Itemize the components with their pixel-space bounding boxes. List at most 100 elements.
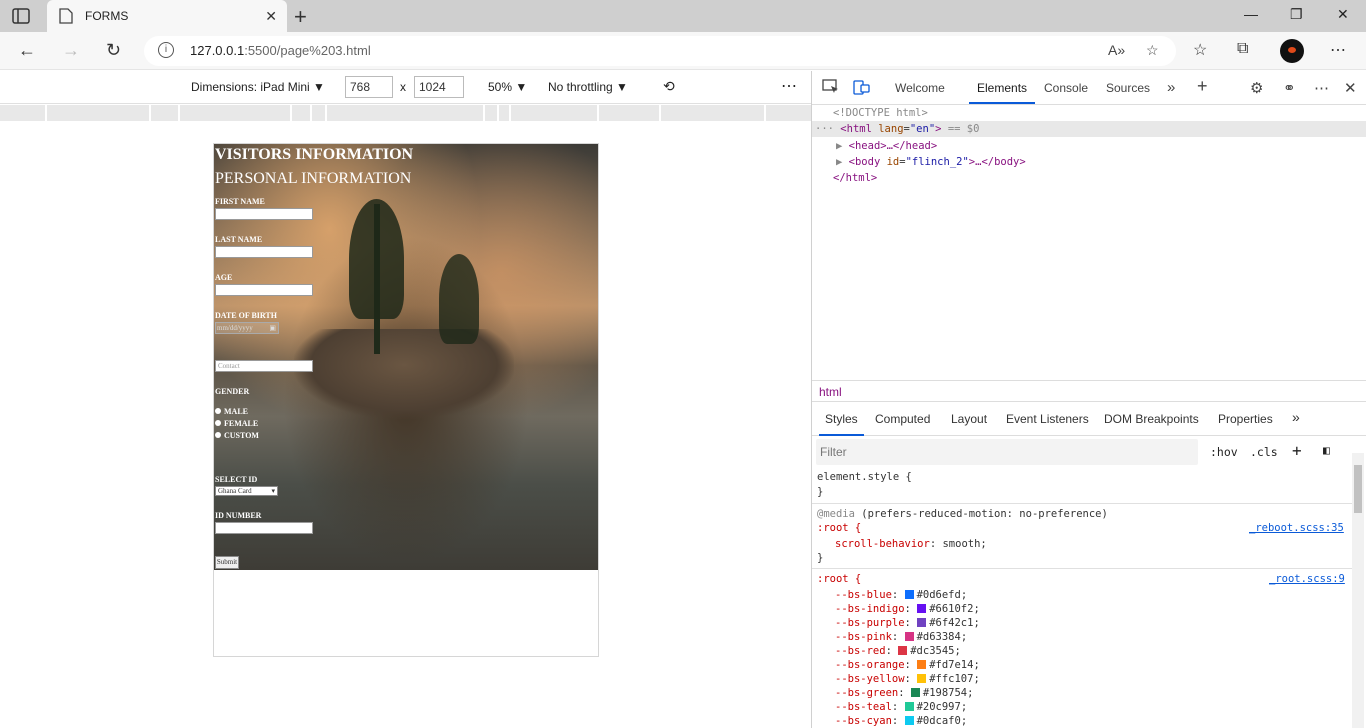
color-swatch[interactable] — [917, 618, 927, 627]
gender-radio-male[interactable]: MALE — [215, 407, 248, 416]
tab-layout[interactable]: Layout — [951, 412, 987, 426]
source-link-reboot[interactable]: _reboot.scss:35 — [1249, 522, 1344, 534]
customize-icon[interactable]: ⚭ — [1283, 79, 1296, 97]
dom-node-head[interactable]: ▶ <head>…</head> — [836, 140, 937, 152]
css-variable[interactable]: --bs-orange: #fd7e14; — [835, 659, 980, 671]
refresh-icon[interactable]: ↻ — [106, 40, 121, 61]
add-favorite-icon[interactable]: ☆ — [1146, 42, 1159, 59]
close-window-icon[interactable]: ✕ — [1337, 6, 1349, 23]
first-name-field[interactable] — [215, 208, 313, 220]
new-tab-icon[interactable]: + — [294, 4, 307, 30]
root-selector[interactable]: :root { — [817, 573, 861, 585]
device-more-icon[interactable]: ⋯ — [781, 76, 797, 96]
gender-radio-custom[interactable]: CUSTOM — [215, 431, 259, 440]
tab-styles[interactable]: Styles — [819, 412, 864, 436]
styles-filter-input[interactable]: Filter — [816, 439, 1198, 465]
close-tab-icon[interactable]: ✕ — [265, 8, 277, 25]
source-link-root[interactable]: _root.scss:9 — [1269, 573, 1345, 585]
add-tab-icon[interactable]: + — [1197, 76, 1208, 97]
color-swatch[interactable] — [898, 646, 908, 655]
color-swatch[interactable] — [910, 688, 920, 697]
color-swatch[interactable] — [904, 632, 914, 641]
toggle-sidebar-icon[interactable]: ◧ — [1323, 443, 1330, 457]
dom-node-html-close[interactable]: </html> — [833, 172, 877, 184]
inspect-element-icon[interactable] — [822, 79, 840, 95]
id-type-select[interactable]: Ghana Card ▾ — [215, 486, 278, 496]
zoom-dropdown[interactable]: 50% ▼ — [488, 80, 527, 94]
css-variable[interactable]: --bs-green: #198754; — [835, 687, 973, 699]
read-aloud-icon[interactable]: A» — [1108, 42, 1125, 58]
tab-computed[interactable]: Computed — [875, 412, 930, 426]
width-input[interactable]: 768 — [345, 76, 393, 98]
settings-icon[interactable]: ⚙ — [1250, 79, 1263, 97]
tab-elements[interactable]: Elements — [968, 81, 1036, 104]
css-declaration[interactable]: scroll-behavior: smooth; — [835, 538, 987, 550]
tab-actions-icon[interactable] — [10, 7, 32, 25]
css-variable[interactable]: --bs-indigo: #6610f2; — [835, 603, 980, 615]
height-input[interactable]: 1024 — [414, 76, 464, 98]
tab-properties[interactable]: Properties — [1218, 412, 1273, 426]
calendar-icon[interactable]: ▣ — [269, 323, 276, 333]
tab-console[interactable]: Console — [1044, 81, 1088, 95]
radio-icon[interactable] — [215, 420, 221, 426]
color-swatch[interactable] — [904, 702, 914, 711]
dom-doctype[interactable]: <!DOCTYPE html> — [833, 107, 928, 119]
hover-state-toggle[interactable]: :hov — [1210, 445, 1238, 459]
dom-node-body[interactable]: ▶ <body id="flinch_2">…</body> — [836, 156, 1026, 168]
gender-radio-female[interactable]: FEMALE — [215, 419, 258, 428]
radio-icon[interactable] — [215, 408, 221, 414]
more-tabs-icon[interactable]: » — [1167, 79, 1175, 96]
dom-node-html[interactable]: ··· <html lang="en"> == $0 — [815, 123, 979, 135]
id-number-field[interactable] — [215, 522, 313, 534]
age-field[interactable] — [215, 284, 313, 296]
device-emulation-icon[interactable] — [853, 79, 871, 95]
radio-icon[interactable] — [215, 432, 221, 438]
address-field[interactable]: i 127.0.0.1:5500/page%203.html A» ☆ — [144, 36, 1176, 66]
contact-field[interactable]: Contact — [215, 360, 313, 372]
css-variable[interactable]: --bs-red: #dc3545; — [835, 645, 961, 657]
rotate-icon[interactable]: ⟲ — [663, 78, 675, 95]
collections-icon[interactable]: ⧉ — [1237, 40, 1248, 58]
close-devtools-icon[interactable]: ✕ — [1344, 79, 1357, 97]
devtools-more-icon[interactable]: ⋯ — [1314, 79, 1329, 97]
css-variable[interactable]: --bs-pink: #d63384; — [835, 631, 967, 643]
new-rule-icon[interactable]: + — [1292, 441, 1302, 460]
restore-icon[interactable]: ❐ — [1290, 6, 1303, 23]
css-variable[interactable]: --bs-blue: #0d6efd; — [835, 589, 967, 601]
minimize-icon[interactable]: — — [1244, 6, 1258, 22]
site-info-icon[interactable]: i — [158, 42, 174, 58]
more-panels-icon[interactable]: » — [1292, 409, 1300, 425]
favorites-icon[interactable]: ☆ — [1193, 40, 1207, 60]
css-variable[interactable]: --bs-purple: #6f42c1; — [835, 617, 980, 629]
scrollbar-thumb[interactable] — [1354, 465, 1362, 513]
profile-avatar[interactable] — [1280, 39, 1304, 63]
tab-dom-breakpoints[interactable]: DOM Breakpoints — [1104, 412, 1199, 426]
tab-sources[interactable]: Sources — [1106, 81, 1150, 95]
breadcrumb-item-html[interactable]: html — [819, 385, 842, 399]
gender-label: GENDER — [215, 387, 250, 396]
dob-field[interactable]: mm/dd/yyyy ▣ — [215, 322, 279, 334]
tab-event-listeners[interactable]: Event Listeners — [1006, 412, 1089, 426]
more-menu-icon[interactable]: ⋯ — [1330, 40, 1346, 60]
element-style-rule[interactable]: element.style { — [817, 471, 912, 483]
class-toggle[interactable]: .cls — [1250, 445, 1278, 459]
throttling-dropdown[interactable]: No throttling ▼ — [548, 80, 628, 94]
root-selector[interactable]: :root { — [817, 522, 861, 534]
css-variable[interactable]: --bs-cyan: #0dcaf0; — [835, 715, 967, 727]
tab-welcome[interactable]: Welcome — [895, 81, 945, 95]
submit-button[interactable]: Submit — [215, 556, 239, 569]
css-variable[interactable]: --bs-yellow: #ffc107; — [835, 673, 980, 685]
color-swatch[interactable] — [917, 604, 927, 613]
color-swatch[interactable] — [917, 674, 927, 683]
forward-icon[interactable]: → — [62, 40, 80, 61]
css-variable[interactable]: --bs-teal: #20c997; — [835, 701, 967, 713]
last-name-field[interactable] — [215, 246, 313, 258]
styles-scrollbar[interactable] — [1352, 453, 1364, 728]
media-query-ruler[interactable] — [0, 105, 811, 121]
back-icon[interactable]: ← — [18, 40, 36, 61]
dimensions-dropdown[interactable]: Dimensions: iPad Mini ▼ — [191, 80, 325, 94]
color-swatch[interactable] — [917, 660, 927, 669]
browser-tab[interactable]: FORMS ✕ — [47, 0, 287, 32]
color-swatch[interactable] — [904, 716, 914, 725]
color-swatch[interactable] — [904, 590, 914, 599]
